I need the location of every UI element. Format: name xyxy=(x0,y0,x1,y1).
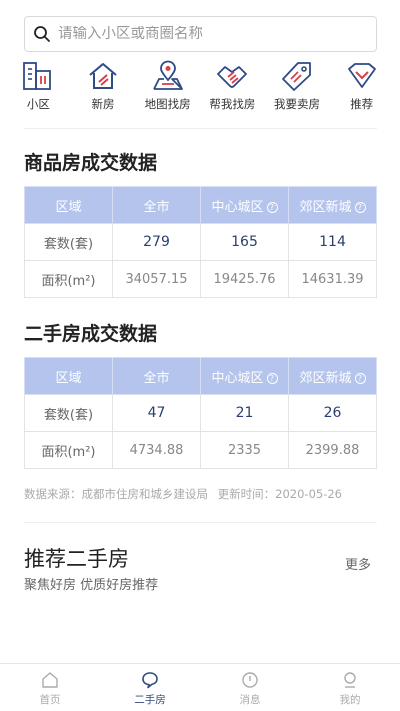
recommend-title: 推荐二手房 xyxy=(24,547,129,571)
help-icon[interactable]: ? xyxy=(266,372,278,384)
tab-label: 首页 xyxy=(39,694,61,706)
category-label: 地图找房 xyxy=(144,97,191,111)
category-label: 我要卖房 xyxy=(274,97,321,111)
tab-label: 二手房 xyxy=(134,694,166,706)
header-cell-suburb[interactable]: 郊区新城? xyxy=(288,357,377,395)
tab-label: 消息 xyxy=(239,694,261,706)
row-label: 套数(套) xyxy=(24,394,113,432)
tab-label: 我的 xyxy=(339,694,361,706)
home-icon xyxy=(42,672,58,688)
handshake-icon xyxy=(217,66,248,88)
update-date: 2020-05-26 xyxy=(275,487,342,501)
table-cell: 19425.76 xyxy=(200,260,289,298)
header-cell: 区域 xyxy=(24,357,113,395)
message-icon xyxy=(242,672,258,688)
table-cell: 2335 xyxy=(200,431,289,469)
category-sell-house[interactable]: 我要卖房 xyxy=(265,60,330,116)
profile-icon xyxy=(344,672,356,688)
divider xyxy=(24,522,377,523)
price-tag-icon xyxy=(282,62,311,91)
table-cell: 165 xyxy=(200,223,289,261)
table-cell: 2399.88 xyxy=(288,431,377,469)
tab-home[interactable]: 首页 xyxy=(0,664,100,711)
category-nav: 小区 新房 地图找房 帮我找房 我要卖房 推荐 xyxy=(6,60,394,116)
row-label: 套数(套) xyxy=(24,223,113,261)
data-source: 数据来源：成都市住房和城乡建设局 更新时间：2020-05-26 xyxy=(24,486,342,502)
help-icon[interactable]: ? xyxy=(266,201,278,213)
table-cell: 47 xyxy=(112,394,201,432)
tab-profile[interactable]: 我的 xyxy=(300,664,400,711)
header-cell-center[interactable]: 中心城区? xyxy=(200,186,289,224)
table-cell: 34057.15 xyxy=(112,260,201,298)
new-house-table: 区域 全市 中心城区? 郊区新城? 套数(套) 279 165 114 面积(m… xyxy=(24,186,377,298)
table-cell: 26 xyxy=(288,394,377,432)
section-title-second-house: 二手房成交数据 xyxy=(24,323,158,345)
category-recommend[interactable]: 推荐 xyxy=(329,60,394,116)
category-label: 小区 xyxy=(26,97,50,111)
table-header-row: 区域 全市 中心城区? 郊区新城? xyxy=(24,186,377,224)
table-cell: 114 xyxy=(288,223,377,261)
help-icon[interactable]: ? xyxy=(354,201,366,213)
more-link[interactable]: 更多 xyxy=(345,554,371,573)
page: 小区 新房 地图找房 xyxy=(0,0,400,711)
header-cell: 全市 xyxy=(112,186,201,224)
category-community[interactable]: 小区 xyxy=(6,60,71,116)
category-map-search[interactable]: 地图找房 xyxy=(135,60,200,116)
table-cell: 4734.88 xyxy=(112,431,201,469)
search-input[interactable] xyxy=(58,26,358,42)
building-icon xyxy=(23,62,52,90)
header-cell: 区域 xyxy=(24,186,113,224)
category-label: 推荐 xyxy=(350,97,374,111)
map-pin-icon xyxy=(152,60,183,90)
table-cell: 21 xyxy=(200,394,289,432)
help-icon[interactable]: ? xyxy=(354,372,366,384)
recommend-subtitle: 聚焦好房 优质好房推荐 xyxy=(24,578,159,593)
divider xyxy=(24,128,377,129)
table-row: 套数(套) 47 21 26 xyxy=(24,394,377,432)
search-bar[interactable] xyxy=(24,16,377,52)
header-cell: 全市 xyxy=(112,357,201,395)
category-label: 帮我找房 xyxy=(209,97,256,111)
chat-bubble-icon xyxy=(142,672,158,689)
table-row: 套数(套) 279 165 114 xyxy=(24,223,377,261)
update-label: 更新时间： xyxy=(217,487,276,501)
table-cell: 14631.39 xyxy=(288,260,377,298)
category-new-house[interactable]: 新房 xyxy=(71,60,136,116)
search-icon xyxy=(34,26,50,42)
category-label: 新房 xyxy=(91,97,115,111)
table-cell: 279 xyxy=(112,223,201,261)
house-icon xyxy=(89,63,117,89)
row-label: 面积(m²) xyxy=(24,260,113,298)
header-cell-suburb[interactable]: 郊区新城? xyxy=(288,186,377,224)
source-text: 数据来源：成都市住房和城乡建设局 xyxy=(24,487,208,501)
tab-messages[interactable]: 消息 xyxy=(200,664,300,711)
table-header-row: 区域 全市 中心城区? 郊区新城? xyxy=(24,357,377,395)
tab-second-house[interactable]: 二手房 xyxy=(100,664,200,711)
heart-check-icon xyxy=(347,63,376,88)
category-help-find[interactable]: 帮我找房 xyxy=(200,60,265,116)
bottom-tab-bar: 首页 二手房 消息 我的 xyxy=(0,663,400,711)
section-title-new-house: 商品房成交数据 xyxy=(24,152,158,174)
header-cell-center[interactable]: 中心城区? xyxy=(200,357,289,395)
table-row: 面积(m²) 4734.88 2335 2399.88 xyxy=(24,431,377,469)
row-label: 面积(m²) xyxy=(24,431,113,469)
table-row: 面积(m²) 34057.15 19425.76 14631.39 xyxy=(24,260,377,298)
second-house-table: 区域 全市 中心城区? 郊区新城? 套数(套) 47 21 26 面积(m²) … xyxy=(24,357,377,469)
